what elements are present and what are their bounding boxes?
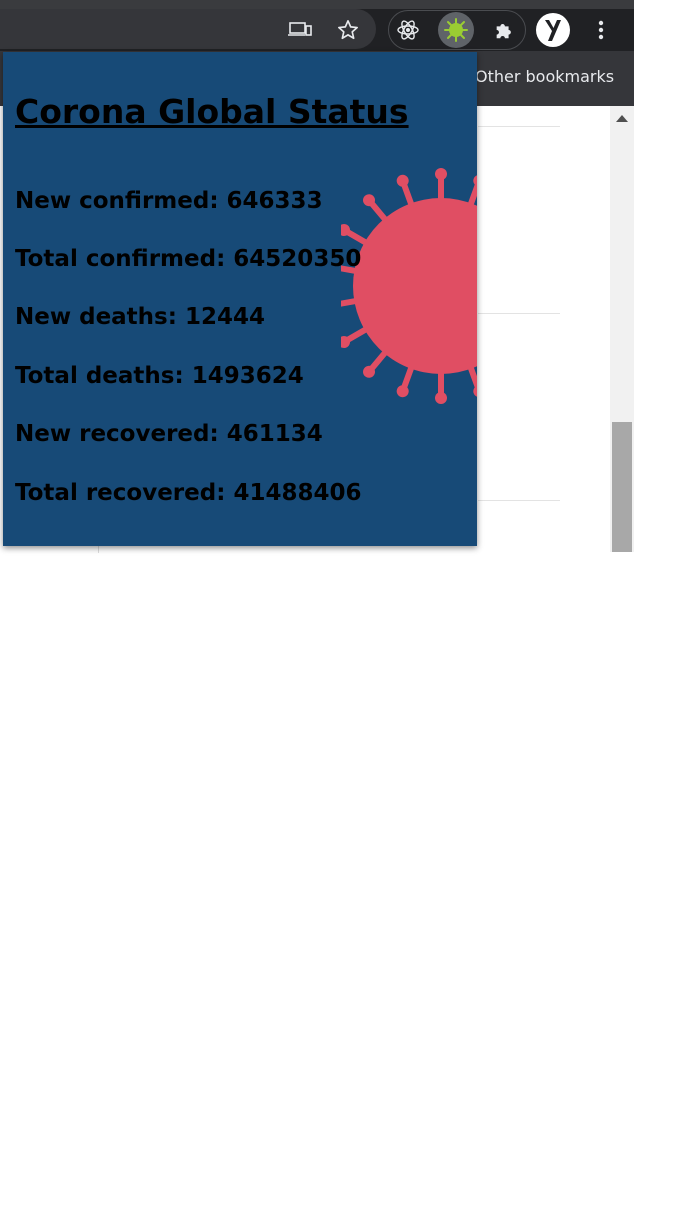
- divider: [478, 126, 560, 127]
- star-icon[interactable]: [330, 12, 366, 48]
- stat-value: 12444: [184, 304, 265, 330]
- divider: [478, 313, 560, 314]
- divider: [98, 545, 99, 553]
- divider: [478, 500, 560, 501]
- stat-label: Total deaths:: [15, 363, 184, 389]
- stat-new-deaths: New deaths: 12444: [15, 304, 265, 330]
- stat-value: 1493624: [191, 363, 304, 389]
- stat-label: Total recovered:: [15, 480, 226, 506]
- virus-icon: [341, 168, 477, 404]
- scroll-up-arrow-icon[interactable]: [616, 115, 628, 122]
- stat-total-confirmed: Total confirmed: 64520350: [15, 246, 361, 272]
- y-profile-icon[interactable]: [535, 12, 571, 48]
- stat-total-deaths: Total deaths: 1493624: [15, 363, 304, 389]
- other-bookmarks-link[interactable]: Other bookmarks: [475, 67, 614, 86]
- address-bar[interactable]: [0, 9, 376, 49]
- stat-label: New confirmed:: [15, 188, 219, 214]
- stat-label: New recovered:: [15, 421, 219, 447]
- tab-strip: [0, 0, 634, 9]
- stat-value: 461134: [226, 421, 323, 447]
- stat-label: Total confirmed:: [15, 246, 226, 272]
- stat-label: New deaths:: [15, 304, 177, 330]
- kebab-menu-icon[interactable]: [583, 12, 619, 48]
- stat-value: 646333: [226, 188, 323, 214]
- stat-total-recovered: Total recovered: 41488406: [15, 480, 361, 506]
- react-devtools-icon[interactable]: [390, 12, 426, 48]
- puzzle-icon[interactable]: [486, 12, 522, 48]
- covid-extension-icon[interactable]: [438, 12, 474, 48]
- page-title: Corona Global Status: [15, 92, 409, 131]
- stat-value: 41488406: [233, 480, 362, 506]
- extension-popup: Corona Global Status New confirmed: 6463…: [3, 52, 477, 546]
- cast-icon[interactable]: [282, 12, 318, 48]
- stat-value: 64520350: [233, 246, 362, 272]
- stat-new-confirmed: New confirmed: 646333: [15, 188, 323, 214]
- stat-new-recovered: New recovered: 461134: [15, 421, 323, 447]
- scroll-thumb[interactable]: [612, 422, 632, 552]
- browser-toolbar: [0, 0, 634, 51]
- page-scrollbar[interactable]: [610, 106, 634, 552]
